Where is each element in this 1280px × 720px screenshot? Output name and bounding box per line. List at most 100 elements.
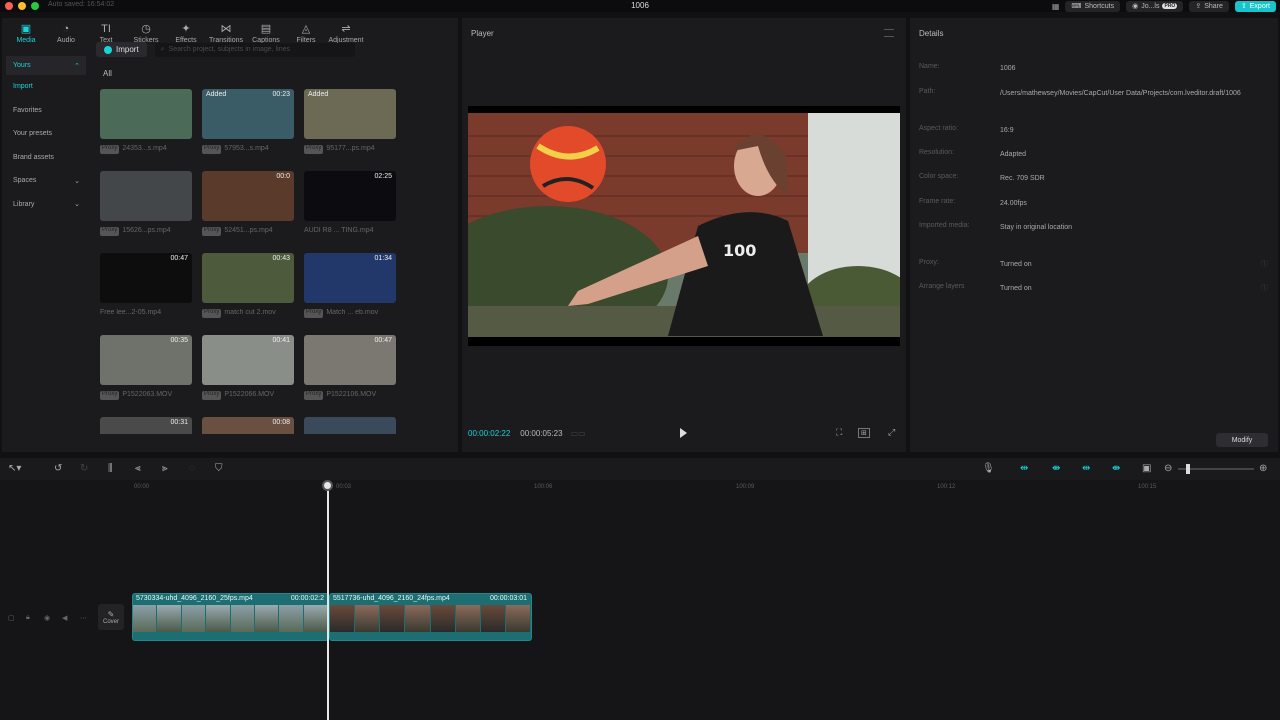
playhead[interactable] xyxy=(327,485,329,720)
shortcuts-button[interactable]: ⌨ Shortcuts xyxy=(1065,0,1121,12)
user-avatar-icon: ◉ xyxy=(1132,3,1139,10)
media-item[interactable]: 00:0 Proxy 52451...ps.mp4 xyxy=(202,171,294,236)
sidebar-label: Yours xyxy=(13,62,31,69)
tab-media[interactable]: ▣ Media xyxy=(7,18,45,48)
minimize-window-button[interactable] xyxy=(18,2,26,10)
sidebar-item-favorites[interactable]: Favorites xyxy=(2,99,90,123)
sidebar-item-spaces[interactable]: Spaces ⌄ xyxy=(2,169,90,193)
media-item[interactable]: 00:35 Proxy P1522063.MOV xyxy=(100,335,192,400)
preview-axis-icon[interactable]: ⇹ xyxy=(1082,463,1090,474)
user-account-button[interactable]: ◉ Jo...ls PRO xyxy=(1126,0,1184,12)
share-button[interactable]: ⇪ Share xyxy=(1189,0,1229,12)
media-item[interactable]: Proxy 24353...s.mp4 xyxy=(100,89,192,154)
plus-icon xyxy=(104,45,112,54)
filter-all-label[interactable]: All xyxy=(103,69,112,78)
media-grid: Proxy 24353...s.mp4 Added 00:23 Proxy 57953..… xyxy=(98,88,398,434)
info-icon[interactable]: ⓘ xyxy=(1261,259,1268,269)
menu-icon[interactable] xyxy=(884,29,894,37)
media-thumbnail: 00:47 xyxy=(304,335,396,385)
sidebar-item-brand-assets[interactable]: Brand assets xyxy=(2,146,90,170)
link-icon[interactable]: ⇼ xyxy=(1052,463,1060,474)
media-name-row: Proxy match cut 2.mov xyxy=(202,309,294,318)
media-item[interactable]: Added Proxy 95177...ps.mp4 xyxy=(304,89,396,154)
media-item[interactable]: 00:47 Proxy P1522106.MOV xyxy=(304,335,396,400)
sidebar-label: Your presets xyxy=(13,130,53,138)
media-item[interactable]: 00:31 xyxy=(100,417,192,434)
export-label: Export xyxy=(1249,2,1270,10)
zoom-slider[interactable] xyxy=(1178,464,1254,474)
timeline-clip-1[interactable]: 5730334-uhd_4096_2160_25fps.mp4 00:00:02… xyxy=(132,593,329,641)
undo-icon[interactable]: ↺ xyxy=(54,463,62,474)
chevron-down-icon: ⌄ xyxy=(74,177,80,185)
zoom-out-icon[interactable]: ⊖ xyxy=(1164,463,1172,474)
media-name: AUDI R8 ... TING.mp4 xyxy=(304,227,374,234)
playhead-handle[interactable] xyxy=(322,480,333,491)
proxy-tag: Proxy xyxy=(100,391,120,400)
close-window-button[interactable] xyxy=(5,2,13,10)
magnet-icon[interactable]: ⇹ xyxy=(1020,463,1028,474)
info-icon[interactable]: ⓘ xyxy=(1261,283,1268,293)
timeline-icon[interactable]: ▭▭ xyxy=(571,429,586,438)
snap-icon[interactable]: ⇼ xyxy=(1112,463,1120,474)
play-button[interactable] xyxy=(680,428,687,438)
tab-audio[interactable]: ◔ Audio xyxy=(47,18,85,48)
sidebar-item-import[interactable]: Import xyxy=(2,75,90,99)
media-name: Match ... eb.mov xyxy=(326,309,379,316)
media-item[interactable]: Proxy 15626...ps.mp4 xyxy=(100,171,192,236)
microphone-icon[interactable]: 🎙 xyxy=(982,463,995,474)
media-thumbnail: 00:35 xyxy=(100,335,192,385)
title-bar: Auto saved: 16:54:02 1006 ▦ ⌨ Shortcuts ◉… xyxy=(0,0,1280,12)
media-duration: 00:41 xyxy=(272,337,290,344)
timeline-clip-2[interactable]: 5517736-uhd_4096_2160_24fps.mp4 00:00:03… xyxy=(329,593,532,641)
search-input[interactable]: ⌕ Search project, subjects in image, line… xyxy=(154,42,355,57)
media-item[interactable]: 00:43 Proxy match cut 2.mov xyxy=(202,253,294,318)
media-duration: 01:34 xyxy=(374,255,392,262)
media-item[interactable]: 00:41 Proxy P1522066.MOV xyxy=(202,335,294,400)
search-placeholder: Search project, subjects in image, lines xyxy=(168,46,290,53)
export-button[interactable]: ⇧ Export xyxy=(1234,0,1276,12)
detail-label: Proxy: xyxy=(919,259,939,266)
zoom-slider-thumb[interactable] xyxy=(1186,464,1190,474)
ratio-icon[interactable]: ⊞ xyxy=(858,428,870,438)
fullscreen-icon[interactable]: ⤢ xyxy=(888,427,895,438)
media-item[interactable] xyxy=(304,417,396,434)
media-thumbnail: 00:0 xyxy=(202,171,294,221)
maximize-window-button[interactable] xyxy=(31,2,39,10)
media-name-row: Proxy P1522106.MOV xyxy=(304,391,396,400)
media-item[interactable]: 00:08 xyxy=(202,417,294,434)
player-panel: Player 100 00:00:02:22 00:00:05:23 ▭▭ ⛶ … xyxy=(428,18,918,452)
pro-badge: PRO xyxy=(1162,3,1178,9)
crop-icon[interactable]: ◌ xyxy=(189,463,195,474)
media-item[interactable]: 00:47 Free lee...2-05.mp4 xyxy=(100,253,192,318)
delete-left-icon[interactable]: ⫷ xyxy=(135,463,141,474)
clip-frame xyxy=(230,605,255,632)
redo-icon[interactable]: ↻ xyxy=(80,463,88,474)
media-item[interactable]: 01:34 Proxy Match ... eb.mov xyxy=(304,253,396,318)
video-preview[interactable]: 100 xyxy=(428,106,918,346)
media-name: 95177...ps.mp4 xyxy=(326,145,375,152)
caption-icon[interactable]: ▣ xyxy=(1142,463,1151,474)
zoom-in-icon[interactable]: ⊕ xyxy=(1259,463,1267,474)
player-title: Player xyxy=(471,29,494,38)
sidebar-item-presets[interactable]: Your presets xyxy=(2,122,90,146)
detail-value: Adapted xyxy=(1000,151,1027,158)
media-item[interactable]: 02:25 AUDI R8 ... TING.mp4 xyxy=(304,171,396,236)
import-button[interactable]: Import xyxy=(96,42,147,57)
media-name-row: Proxy 24353...s.mp4 xyxy=(100,145,192,154)
media-item[interactable]: Added 00:23 Proxy 57953...s.mp4 xyxy=(202,89,294,154)
fit-screen-icon[interactable]: ⛶ xyxy=(836,427,842,438)
ruler-label: 100:06 xyxy=(534,484,553,490)
modify-button[interactable]: Modify xyxy=(1216,433,1268,447)
delete-right-icon[interactable]: ⫸ xyxy=(162,463,168,474)
clip-duration: 00:00:03:01 xyxy=(490,595,527,602)
select-tool-icon[interactable]: ↖▾ xyxy=(8,463,21,474)
sidebar-item-library[interactable]: Library ⌄ xyxy=(2,193,90,217)
media-duration: 00:31 xyxy=(170,419,188,426)
split-icon[interactable]: ⫼ xyxy=(108,463,113,474)
video-frame-image: 100 xyxy=(428,106,918,346)
sidebar-item-yours[interactable]: Yours ⌃ xyxy=(6,56,86,75)
timeline-ruler[interactable]: 00:00 00:03 100:06 100:09 100:12 100:15 xyxy=(0,480,1280,496)
layout-icon[interactable]: ▦ xyxy=(1052,2,1060,11)
shield-icon[interactable]: ⛉ xyxy=(215,463,223,474)
sidebar-label: Spaces xyxy=(13,177,37,185)
